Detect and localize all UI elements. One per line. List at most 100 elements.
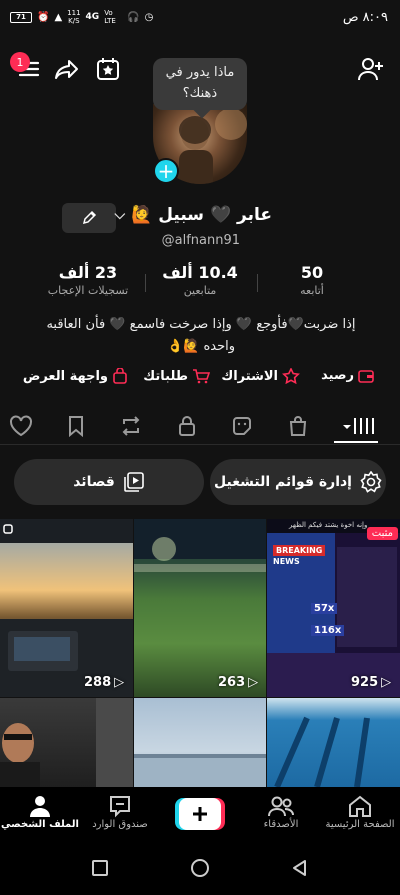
recent-apps-icon[interactable] xyxy=(90,858,110,878)
plus-icon xyxy=(175,798,225,830)
cart-icon xyxy=(193,369,210,384)
tab-saved[interactable] xyxy=(61,411,91,441)
stat-followers[interactable]: 10.4 ألف متابعين xyxy=(145,263,255,297)
video-thumbnail[interactable]: 263 ▷ xyxy=(134,519,266,697)
chevron-down-icon[interactable]: ⌵ xyxy=(115,207,126,223)
nav-profile-label: الملف الشخصي xyxy=(1,819,79,830)
network-speed: 111 K/S xyxy=(67,9,80,25)
play-icon: ▷ xyxy=(114,675,125,690)
video-thumbnail[interactable] xyxy=(0,698,133,787)
stat-likes-label: تسجيلات الإعجاب xyxy=(47,284,129,297)
video-grid: 288 ▷ 263 ▷ وإنه اخوة يشتد فيكم الظهر BR… xyxy=(0,519,400,787)
stat-divider xyxy=(145,274,146,292)
video-thumbnail-scene xyxy=(134,519,266,572)
tab-stickers[interactable] xyxy=(227,411,257,441)
pencil-icon xyxy=(82,210,97,225)
video-thumbnail[interactable]: 288 ▷ xyxy=(0,519,133,697)
manage-playlists-label: إدارة قوائم التشغيل xyxy=(214,474,352,490)
gift-count: 116x xyxy=(311,625,345,636)
playlist-poems-button[interactable]: قصائد xyxy=(14,459,204,505)
signal-icon: ▲ xyxy=(54,11,63,23)
breaking-label: BREAKING xyxy=(273,545,326,556)
video-thumbnail-scene xyxy=(274,716,370,787)
subscription-link[interactable]: الاشتراك xyxy=(221,368,300,384)
profile-tabs xyxy=(0,405,400,445)
profile-name-row[interactable]: عابر 🖤 سبيل 🙋 ⌵ xyxy=(115,205,272,225)
add-story-button[interactable]: + xyxy=(153,158,179,184)
heart-icon xyxy=(10,415,32,437)
stat-likes-value: 23 ألف xyxy=(58,263,118,282)
video-thumbnail[interactable] xyxy=(134,698,266,787)
stat-following-value: 50 xyxy=(300,263,324,282)
calendar-star-icon xyxy=(97,58,119,80)
bottom-navigation: الصفحة الرئيسية الأصدقاء صندوق الوارد ال… xyxy=(0,787,400,841)
balance-label: رصيد xyxy=(321,368,354,383)
system-navigation xyxy=(0,841,400,895)
shopping-bag-icon xyxy=(289,416,307,436)
manage-playlists-button[interactable]: إدارة قوائم التشغيل xyxy=(210,459,386,505)
battery-icon: 71 xyxy=(10,11,32,23)
playlist-poems-label: قصائد xyxy=(73,474,115,490)
video-views: 925 ▷ xyxy=(351,675,391,690)
stat-likes[interactable]: 23 ألف تسجيلات الإعجاب xyxy=(33,263,143,297)
video-thumbnail[interactable] xyxy=(267,698,400,787)
showcase-label: واجهة العرض xyxy=(22,368,108,384)
stat-following[interactable]: 50 أتابعه xyxy=(257,263,367,297)
video-thumbnail-scene xyxy=(0,698,133,787)
nav-home-label: الصفحة الرئيسية xyxy=(325,819,395,830)
speed-value: 111 xyxy=(67,9,81,17)
profile-handle: @alfnann91 xyxy=(161,233,240,248)
orders-label: طلباتك xyxy=(143,368,188,384)
create-button[interactable] xyxy=(175,798,225,830)
sticker-icon xyxy=(233,417,251,435)
inbox-icon xyxy=(110,796,130,818)
wallet-icon xyxy=(358,369,374,383)
stat-following-label: أتابعه xyxy=(300,284,324,297)
status-bar: 71 ⏰ ▲ 111 K/S 4G Vo LTE 🎧 ◷ ٨:٠٩ ص xyxy=(0,0,400,38)
subscription-star-icon xyxy=(282,368,300,384)
repost-icon xyxy=(122,416,140,436)
tab-private[interactable] xyxy=(172,411,202,441)
gear-icon xyxy=(360,471,382,493)
nav-friends-label: الأصدقاء xyxy=(263,819,299,830)
speed-unit: K/S xyxy=(68,17,80,25)
calendar-button[interactable] xyxy=(91,52,125,86)
profile-bio: إذا ضربت🖤فأوجع 🖤 وإذا صرخت فاسمع 🖤 فأن ا… xyxy=(46,317,356,354)
tab-shop[interactable] xyxy=(283,411,313,441)
bookmark-icon xyxy=(69,416,83,437)
nav-inbox-label: صندوق الوارد xyxy=(92,819,148,830)
orders-link[interactable]: طلباتك xyxy=(143,368,210,384)
home-circle-icon[interactable] xyxy=(190,858,210,878)
video-thumbnail-scene xyxy=(0,519,133,697)
lock-icon xyxy=(179,416,195,436)
headphones-icon: 🎧 xyxy=(127,11,140,23)
video-thumbnail[interactable]: وإنه اخوة يشتد فيكم الظهر BREAKING NEWS … xyxy=(267,519,400,697)
edit-profile-button[interactable] xyxy=(62,203,116,233)
tab-reposts[interactable] xyxy=(116,411,146,441)
play-icon: ▷ xyxy=(248,675,259,690)
video-overlay-header: وإنه اخوة يشتد فيكم الظهر xyxy=(289,521,368,529)
video-views-count: 925 xyxy=(351,675,379,690)
tab-liked[interactable] xyxy=(6,411,36,441)
nav-friends[interactable]: الأصدقاء xyxy=(241,793,321,830)
back-icon[interactable] xyxy=(290,858,310,878)
profile-name: عابر 🖤 سبيل 🙋 xyxy=(131,205,272,225)
network-type: 4G xyxy=(85,12,100,22)
share-button[interactable] xyxy=(50,52,84,86)
showcase-link[interactable]: واجهة العرض xyxy=(23,368,128,384)
nav-inbox[interactable]: صندوق الوارد xyxy=(80,793,160,830)
nav-profile[interactable]: الملف الشخصي xyxy=(0,793,80,830)
pinned-badge: مثبت xyxy=(366,527,398,540)
thought-bubble[interactable]: ماذا يدور في ذهنك؟ xyxy=(153,58,247,110)
add-friend-button[interactable] xyxy=(354,52,388,86)
home-icon xyxy=(349,795,371,817)
stat-followers-label: متابعين xyxy=(183,284,217,297)
profile-links: رصيد الاشتراك طلباتك واجهة العرض xyxy=(0,368,400,390)
profile-stats: 50 أتابعه 10.4 ألف متابعين 23 ألف تسجيلا… xyxy=(0,263,400,307)
active-tab-indicator xyxy=(334,441,378,443)
alarm-icon: ⏰ xyxy=(37,11,50,23)
video-views-count: 263 xyxy=(218,675,246,690)
balance-link[interactable]: رصيد xyxy=(321,368,374,383)
tab-videos[interactable] xyxy=(338,411,378,441)
nav-home[interactable]: الصفحة الرئيسية xyxy=(320,793,400,830)
